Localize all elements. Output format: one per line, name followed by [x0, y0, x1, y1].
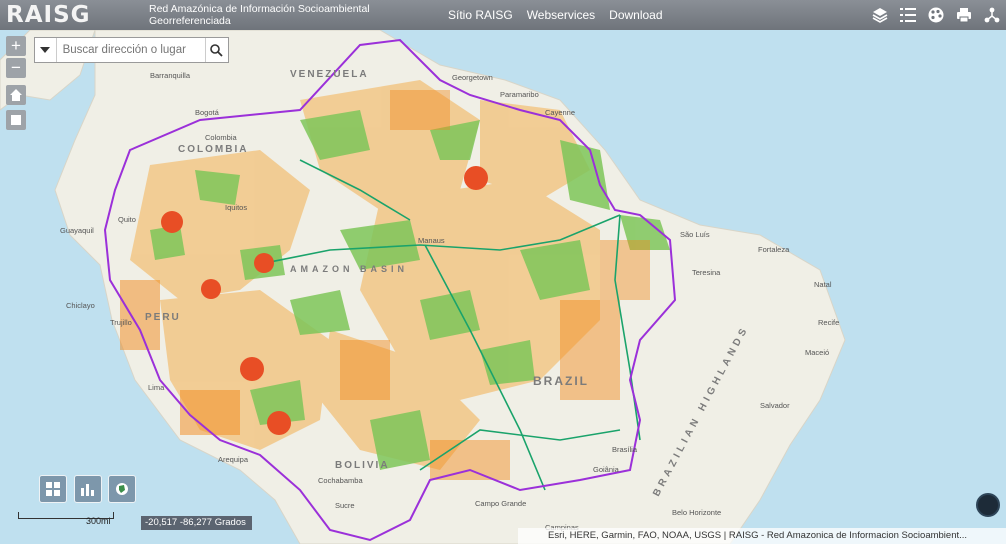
app-header: RAISG Red Amazónica de Información Socio… — [0, 0, 1006, 30]
map-view[interactable]: VENEZUELA COLOMBIA PERU BRAZIL BOLIVIA A… — [0, 30, 1006, 544]
search-button[interactable] — [204, 38, 228, 62]
nav-link-download[interactable]: Download — [609, 8, 662, 22]
attribution: Esri, HERE, Garmin, FAO, NOAA, USGS | RA… — [518, 528, 1006, 544]
nav-link-sitio-raisg[interactable]: Sítio RAISG — [448, 8, 513, 22]
basemap-palette-icon[interactable] — [922, 0, 950, 30]
city-cayenne: Cayenne — [545, 108, 575, 117]
grid-icon — [46, 482, 60, 496]
layers-icon[interactable] — [866, 0, 894, 30]
city-brasilia: Brasília — [612, 445, 638, 454]
label-brazil: BRAZIL — [533, 374, 589, 388]
globe-icon — [116, 483, 128, 495]
print-icon[interactable] — [950, 0, 978, 30]
city-goiania: Goiânia — [593, 465, 620, 474]
city-maceio: Maceió — [805, 348, 829, 357]
city-trujillo: Trujillo — [110, 318, 132, 327]
chart-button[interactable] — [74, 475, 102, 503]
city-quito: Quito — [118, 215, 136, 224]
city-salvador: Salvador — [760, 401, 790, 410]
bar-chart-icon — [81, 484, 94, 496]
hotspot-marker[interactable] — [240, 357, 264, 381]
city-bogota: Bogotá — [195, 108, 220, 117]
city-guayaquil: Guayaquil — [60, 226, 94, 235]
search-source-dropdown[interactable] — [35, 38, 57, 62]
fullscreen-button[interactable] — [6, 110, 26, 130]
city-manaus: Manaus — [418, 236, 445, 245]
raisg-logo: RAISG — [6, 2, 91, 28]
hotspot-marker[interactable] — [267, 411, 291, 435]
scale-label: 300mi — [86, 516, 111, 526]
city-chiclayo: Chiclayo — [66, 301, 95, 310]
coordinate-text: -20,517 -86,277 Grados — [145, 517, 246, 528]
home-icon — [10, 89, 22, 101]
city-iquitos: Iquitos — [225, 203, 247, 212]
label-colombia: COLOMBIA — [178, 144, 248, 155]
search-input[interactable] — [56, 43, 205, 57]
coordinate-readout: -20,517 -86,277 Grados — [141, 516, 252, 530]
locate-button[interactable] — [976, 493, 1000, 517]
zoom-in-button[interactable]: + — [6, 36, 26, 56]
city-sucre: Sucre — [335, 501, 355, 510]
city-georgetown: Georgetown — [452, 73, 493, 82]
hotspot-marker[interactable] — [464, 166, 488, 190]
search-icon — [210, 43, 223, 57]
city-campo-grande: Campo Grande — [475, 499, 526, 508]
label-amazon-basin: AMAZON BASIN — [290, 264, 408, 274]
city-arequipa: Arequipa — [218, 455, 249, 464]
city-colombia: Colombia — [205, 133, 238, 142]
label-bolivia: BOLIVIA — [335, 460, 390, 471]
nav-link-webservices[interactable]: Webservices — [527, 8, 595, 22]
app-subtitle: Red Amazónica de Información Socioambien… — [149, 3, 370, 27]
home-button[interactable] — [6, 85, 26, 105]
city-lima: Lima — [148, 383, 165, 392]
city-barranquilla: Barranquilla — [150, 71, 191, 80]
hotspot-marker[interactable] — [201, 279, 221, 299]
city-belo-horizonte: Belo Horizonte — [672, 508, 721, 517]
grid-view-button[interactable] — [39, 475, 67, 503]
legend-list-icon[interactable] — [894, 0, 922, 30]
search-box — [34, 37, 229, 63]
label-venezuela: VENEZUELA — [290, 69, 369, 80]
city-teresina: Teresina — [692, 268, 721, 277]
city-paramaribo: Paramaribo — [500, 90, 539, 99]
city-fortaleza: Fortaleza — [758, 245, 790, 254]
caret-down-icon — [40, 47, 51, 53]
zoom-out-button[interactable]: − — [6, 58, 26, 78]
hotspot-marker[interactable] — [254, 253, 274, 273]
basemap: VENEZUELA COLOMBIA PERU BRAZIL BOLIVIA A… — [0, 30, 1006, 544]
city-recife: Recife — [818, 318, 839, 327]
city-natal: Natal — [814, 280, 832, 289]
square-icon — [11, 115, 21, 125]
city-sao-luis: São Luís — [680, 230, 710, 239]
toolbar — [866, 0, 1006, 30]
minimap-button[interactable] — [108, 475, 136, 503]
label-peru: PERU — [145, 312, 181, 323]
share-network-icon[interactable] — [978, 0, 1006, 30]
hotspot-marker[interactable] — [161, 211, 183, 233]
city-cochabamba: Cochabamba — [318, 476, 363, 485]
